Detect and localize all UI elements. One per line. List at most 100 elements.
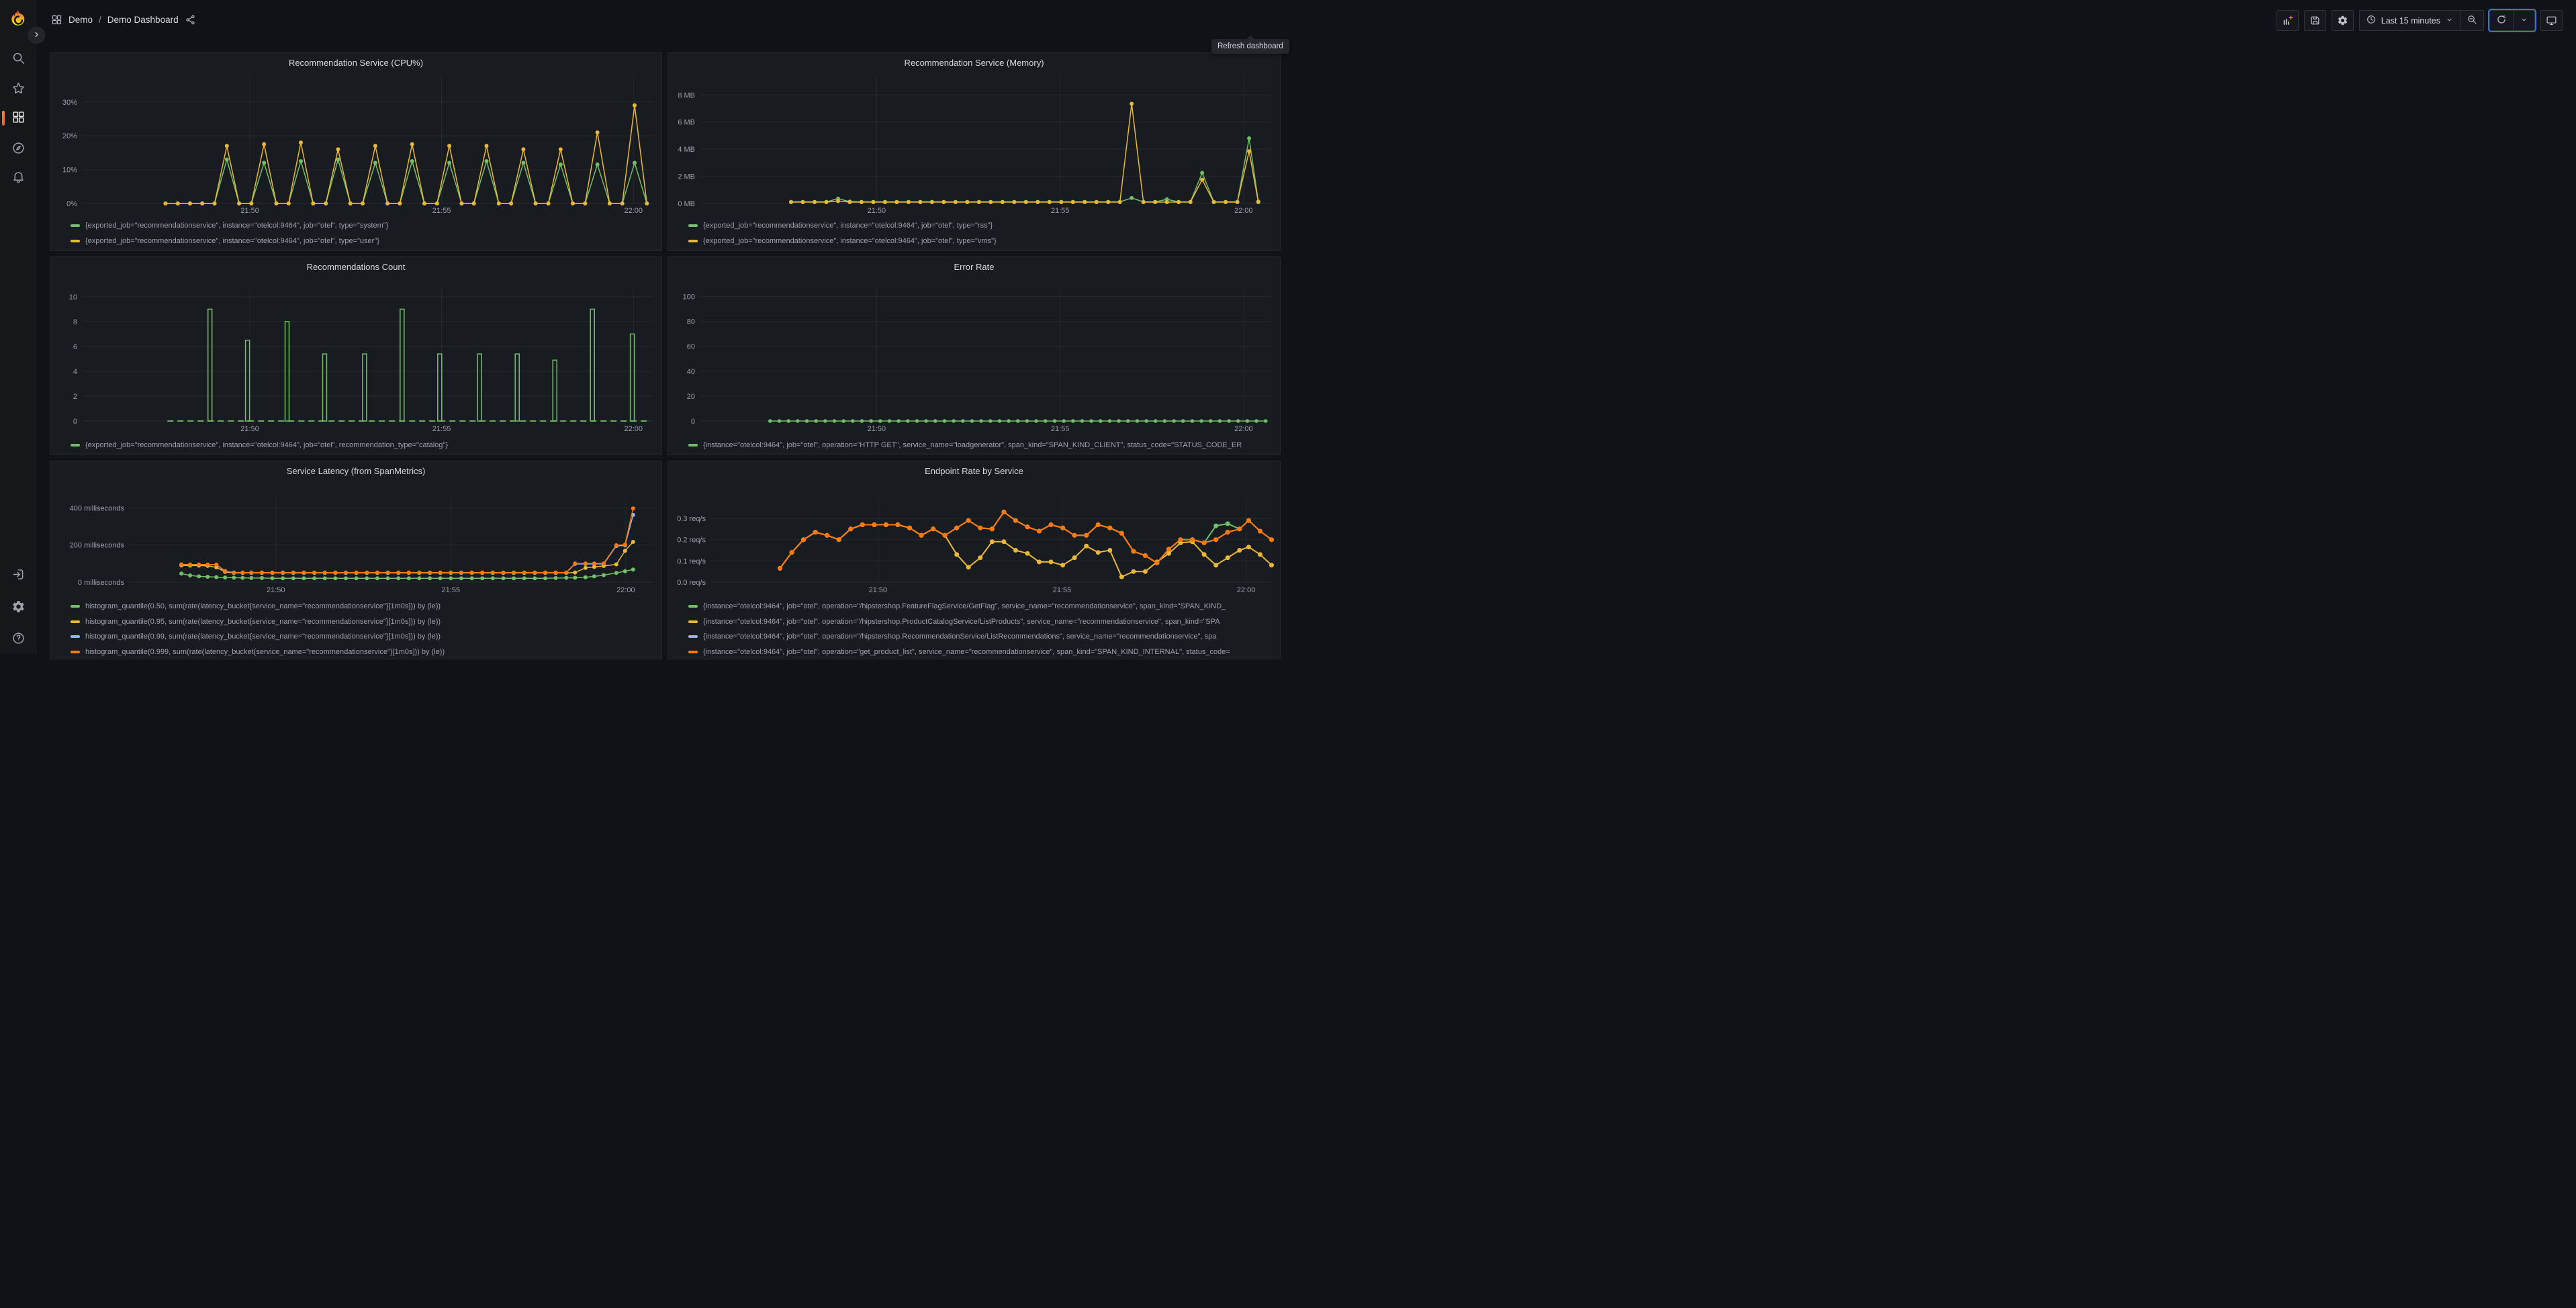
legend-label[interactable]: {instance="otelcol:9464", job="otel", op… <box>703 648 1230 656</box>
legend-item: histogram_quantile(0.50, sum(rate(latenc… <box>71 599 656 614</box>
sidebar-item-help[interactable] <box>0 626 36 653</box>
legend-label[interactable]: {instance="otelcol:9464", job="otel", op… <box>703 618 1220 626</box>
svg-text:20: 20 <box>687 393 695 401</box>
legend-label[interactable]: histogram_quantile(0.99, sum(rate(latenc… <box>85 633 441 641</box>
svg-text:22:00: 22:00 <box>1237 586 1256 594</box>
dashboards-grid-icon <box>51 14 62 26</box>
legend-label[interactable]: {instance="otelcol:9464", job="otel", op… <box>703 441 1242 449</box>
refresh-tooltip: Refresh dashboard <box>1211 39 1289 54</box>
sidebar-item-dashboards[interactable] <box>0 105 36 132</box>
legend-label[interactable]: histogram_quantile(0.95, sum(rate(latenc… <box>85 618 441 626</box>
legend-swatch <box>688 635 698 639</box>
explore-icon <box>11 141 26 157</box>
grafana-logo[interactable] <box>9 9 28 28</box>
svg-text:21:55: 21:55 <box>1053 586 1072 594</box>
svg-text:22:00: 22:00 <box>625 207 643 215</box>
svg-text:10%: 10% <box>62 167 77 175</box>
svg-text:100: 100 <box>683 293 695 301</box>
legend-label[interactable]: histogram_quantile(0.999, sum(rate(laten… <box>85 648 445 656</box>
save-dashboard-button[interactable] <box>2303 10 2326 31</box>
legend-swatch <box>71 224 80 228</box>
panel-legend: {exported_job="recommendationservice", i… <box>688 218 1275 248</box>
time-range-picker[interactable]: Last 15 minutes <box>2360 11 2460 30</box>
sidebar-item-alerting[interactable] <box>0 165 36 191</box>
refresh-interval-picker[interactable] <box>2513 11 2534 30</box>
time-range-label: Last 15 minutes <box>2381 15 2440 26</box>
add-panel-icon <box>2282 15 2293 26</box>
legend-label[interactable]: {instance="otelcol:9464", job="otel", op… <box>703 602 1226 610</box>
share-dashboard-button[interactable] <box>185 14 196 26</box>
svg-text:2 MB: 2 MB <box>678 173 695 181</box>
svg-text:21:55: 21:55 <box>432 425 451 433</box>
sidebar-expand-button[interactable] <box>28 27 45 44</box>
svg-text:21:55: 21:55 <box>432 207 451 215</box>
svg-text:21:50: 21:50 <box>240 425 259 433</box>
legend-swatch <box>71 605 80 608</box>
sidebar-item-explore[interactable] <box>0 136 36 162</box>
refresh-dashboard-button[interactable] <box>2490 11 2513 30</box>
legend-item: {exported_job="recommendationservice", i… <box>688 218 1275 234</box>
zoom-out-button[interactable] <box>2460 11 2483 30</box>
sidebar <box>0 0 36 654</box>
sidebar-item-search[interactable] <box>0 46 36 73</box>
refresh-icon <box>2496 14 2507 27</box>
legend-item: {instance="otelcol:9464", job="otel", op… <box>688 614 1275 630</box>
sidebar-item-sign-in[interactable] <box>0 562 36 589</box>
panel-endpoint-rate-by-service: Endpoint Rate by Service 0.0 req/s 0.1 req… <box>668 461 1281 659</box>
panel-service-latency-from-spanmetrics: Service Latency (from SpanMetrics) 0 mill… <box>50 461 662 659</box>
svg-text:0.0 req/s: 0.0 req/s <box>677 579 706 587</box>
legend-label[interactable]: histogram_quantile(0.50, sum(rate(latenc… <box>85 602 441 610</box>
chevron-right-icon <box>32 30 41 41</box>
svg-text:21:55: 21:55 <box>1051 207 1070 215</box>
svg-text:200 milliseconds: 200 milliseconds <box>70 542 125 550</box>
active-indicator <box>2 111 5 126</box>
svg-text:2: 2 <box>73 393 77 401</box>
panel-recommendation-service-memory: Recommendation Service (Memory) 0 MB 2 MB 4… <box>668 52 1281 251</box>
monitor-icon <box>2546 15 2557 26</box>
dashboard-settings-button[interactable] <box>2331 10 2354 31</box>
legend-item: {instance="otelcol:9464", job="otel", op… <box>688 599 1275 614</box>
svg-text:22:00: 22:00 <box>1234 207 1253 215</box>
legend-item: {exported_job="recommendationservice", i… <box>71 234 656 249</box>
svg-text:8 MB: 8 MB <box>678 91 695 99</box>
legend-label[interactable]: {exported_job="recommendationservice", i… <box>85 237 379 245</box>
legend-swatch <box>688 444 698 447</box>
legend-label[interactable]: {exported_job="recommendationservice", i… <box>85 222 388 230</box>
sign-in-icon <box>11 567 26 583</box>
svg-text:0%: 0% <box>66 200 77 208</box>
toolbar: Last 15 minutes <box>2276 10 2563 31</box>
chevron-down-icon <box>2445 17 2454 26</box>
svg-text:22:00: 22:00 <box>625 425 643 433</box>
help-icon <box>11 631 26 647</box>
breadcrumb-dashboard-title[interactable]: Demo Dashboard <box>107 15 179 25</box>
starred-icon <box>11 81 26 97</box>
save-icon <box>2309 15 2321 26</box>
svg-text:6: 6 <box>73 343 77 351</box>
legend-label[interactable]: {exported_job="recommendationservice", i… <box>703 222 993 230</box>
breadcrumb-folder[interactable]: Demo <box>68 15 93 25</box>
alerting-icon <box>11 170 26 186</box>
clock-icon <box>2366 14 2377 27</box>
svg-text:21:50: 21:50 <box>868 425 886 433</box>
cycle-view-mode-button[interactable] <box>2540 10 2563 31</box>
panel-recommendation-service-cpu: Recommendation Service (CPU%) 0% 10% 20% 30%… <box>50 52 662 251</box>
zoom-out-icon <box>2467 14 2477 27</box>
add-panel-button[interactable] <box>2276 10 2299 31</box>
legend-label[interactable]: {exported_job="recommendationservice", i… <box>703 237 997 245</box>
header: Demo / Demo Dashboard Last 15 minutes Re… <box>36 0 2576 54</box>
svg-text:4 MB: 4 MB <box>678 146 695 154</box>
sidebar-item-starred[interactable] <box>0 76 36 103</box>
sidebar-item-configuration[interactable] <box>0 594 36 621</box>
svg-text:6 MB: 6 MB <box>678 119 695 127</box>
legend-label[interactable]: {exported_job="recommendationservice", i… <box>85 441 448 449</box>
svg-text:0 MB: 0 MB <box>678 200 695 208</box>
legend-item: {exported_job="recommendationservice", i… <box>688 234 1275 249</box>
panel-legend: {exported_job="recommendationservice", i… <box>71 218 656 248</box>
grafana-logo-icon <box>9 10 28 30</box>
svg-text:0.3 req/s: 0.3 req/s <box>677 515 706 523</box>
legend-swatch <box>688 620 698 623</box>
legend-label[interactable]: {instance="otelcol:9464", job="otel", op… <box>703 633 1216 641</box>
legend-swatch <box>688 224 698 228</box>
legend-item: {instance="otelcol:9464", job="otel", op… <box>688 645 1275 659</box>
legend-swatch <box>71 239 80 242</box>
